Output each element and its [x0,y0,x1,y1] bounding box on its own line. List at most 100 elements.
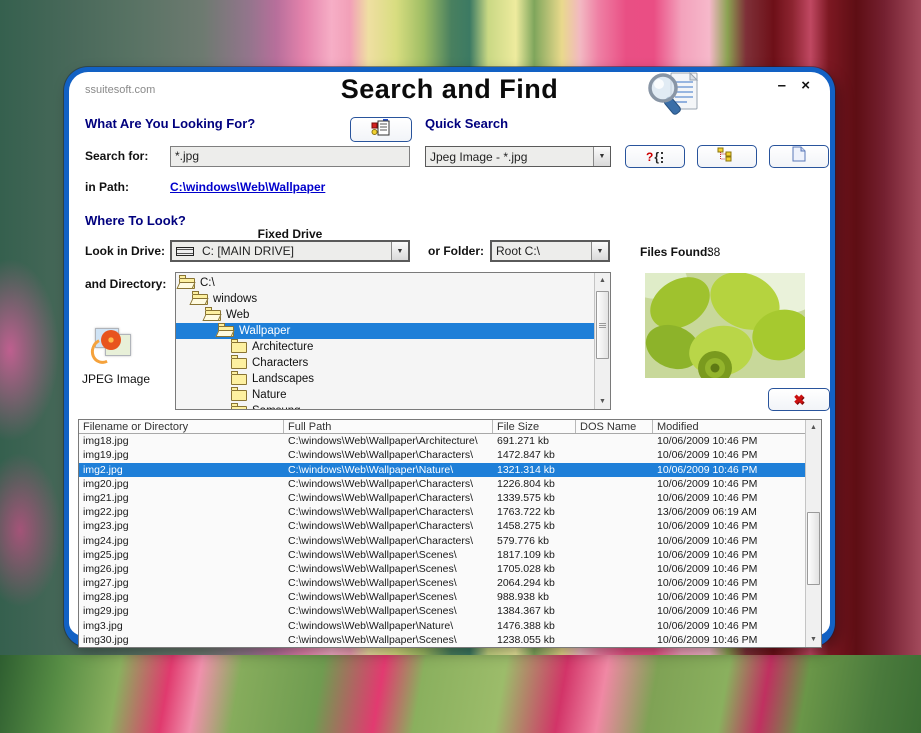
cell-fullpath: C:\windows\Web\Wallpaper\Scenes\ [284,604,493,618]
cell-dosname [576,562,653,576]
cell-fullpath: C:\windows\Web\Wallpaper\Characters\ [284,519,493,533]
folder-tree-button[interactable] [697,145,757,168]
search-input[interactable]: *.jpg [170,146,410,167]
cell-filename: img24.jpg [79,534,284,548]
cell-filename: img30.jpg [79,633,284,647]
cell-filename: img19.jpg [79,448,284,462]
table-row[interactable]: img2.jpg C:\windows\Web\Wallpaper\Nature… [79,463,805,477]
col-fullpath[interactable]: Full Path [284,420,493,433]
cell-filesize: 1321.314 kb [493,463,576,477]
cell-filesize: 1763.722 kb [493,505,576,519]
cell-fullpath: C:\windows\Web\Wallpaper\Characters\ [284,491,493,505]
cell-modified: 10/06/2009 10:46 PM [653,576,805,590]
table-row[interactable]: img29.jpg C:\windows\Web\Wallpaper\Scene… [79,604,805,618]
tree-item[interactable]: Characters [176,355,594,371]
cell-modified: 10/06/2009 10:46 PM [653,491,805,505]
directory-tree-list[interactable]: C:\ windows Web Wallpaper Architecture C… [176,273,594,409]
cell-dosname [576,590,653,604]
tree-item-label: windows [213,293,257,305]
cell-dosname [576,633,653,647]
cell-dosname [576,463,653,477]
tree-item[interactable]: windows [176,291,594,307]
table-row[interactable]: img30.jpg C:\windows\Web\Wallpaper\Scene… [79,633,805,647]
close-button[interactable]: × [801,78,810,94]
chevron-down-icon[interactable] [593,147,610,166]
help-search-button[interactable]: ?{ [625,145,685,168]
cell-filesize: 1458.275 kb [493,519,576,533]
cell-filesize: 1476.388 kb [493,619,576,633]
tree-item[interactable]: Nature [176,387,594,403]
or-folder-label: or Folder: [428,244,484,258]
cell-filesize: 691.271 kb [493,434,576,448]
table-row[interactable]: img19.jpg C:\windows\Web\Wallpaper\Chara… [79,448,805,462]
col-filename[interactable]: Filename or Directory [79,420,284,433]
scroll-up-icon[interactable] [806,420,821,435]
folder-select[interactable]: Root C:\ [490,240,610,262]
tree-item-label: Architecture [252,341,313,353]
table-scrollbar[interactable] [805,420,821,647]
table-row[interactable]: img27.jpg C:\windows\Web\Wallpaper\Scene… [79,576,805,590]
results-table[interactable]: Filename or Directory Full Path File Siz… [78,419,822,648]
cell-modified: 10/06/2009 10:46 PM [653,604,805,618]
cell-modified: 10/06/2009 10:46 PM [653,463,805,477]
jpeg-photo-stack-icon [93,324,135,366]
tree-item[interactable]: C:\ [176,275,594,291]
chevron-down-icon[interactable] [591,242,608,260]
minimize-button[interactable]: – [778,78,786,94]
tree-item[interactable]: Architecture [176,339,594,355]
col-filesize[interactable]: File Size [493,420,576,433]
new-document-button[interactable] [769,145,829,168]
cell-filesize: 1472.847 kb [493,448,576,462]
folder-icon [231,374,247,385]
table-row[interactable]: img22.jpg C:\windows\Web\Wallpaper\Chara… [79,505,805,519]
looking-for-heading: What Are You Looking For? [85,116,255,131]
cell-modified: 10/06/2009 10:46 PM [653,534,805,548]
cell-fullpath: C:\windows\Web\Wallpaper\Scenes\ [284,576,493,590]
table-row[interactable]: img3.jpg C:\windows\Web\Wallpaper\Nature… [79,619,805,633]
table-row[interactable]: img24.jpg C:\windows\Web\Wallpaper\Chara… [79,534,805,548]
quick-search-heading: Quick Search [425,116,508,131]
cell-dosname [576,491,653,505]
table-row[interactable]: img18.jpg C:\windows\Web\Wallpaper\Archi… [79,434,805,448]
table-scrollbar-thumb[interactable] [807,512,820,585]
tree-scrollbar-thumb[interactable] [596,291,609,359]
chevron-down-icon[interactable] [391,242,408,260]
look-in-drive-label: Look in Drive: [85,244,165,258]
table-row[interactable]: img28.jpg C:\windows\Web\Wallpaper\Scene… [79,590,805,604]
cell-filename: img18.jpg [79,434,284,448]
cell-filesize: 1238.055 kb [493,633,576,647]
tree-item[interactable]: Web [176,307,594,323]
col-dosname[interactable]: DOS Name [576,420,653,433]
scroll-down-icon[interactable] [806,632,821,647]
path-link[interactable]: C:\windows\Web\Wallpaper [170,180,325,194]
folder-icon [218,326,234,337]
tree-item-label: Samsung [252,405,301,409]
directory-tree[interactable]: C:\ windows Web Wallpaper Architecture C… [175,272,611,410]
scroll-down-icon[interactable] [595,394,610,409]
tree-item[interactable]: Landscapes [176,371,594,387]
scroll-up-icon[interactable] [595,273,610,288]
tree-item[interactable]: Samsung [176,403,594,409]
tree-item[interactable]: Wallpaper [176,323,594,339]
cell-modified: 10/06/2009 10:46 PM [653,562,805,576]
drive-select[interactable]: C: [MAIN DRIVE] [170,240,410,262]
clear-results-button[interactable] [768,388,830,411]
report-button[interactable] [350,117,412,142]
cell-dosname [576,619,653,633]
results-table-body[interactable]: img18.jpg C:\windows\Web\Wallpaper\Archi… [79,434,805,647]
cell-filesize: 1817.109 kb [493,548,576,562]
table-row[interactable]: img20.jpg C:\windows\Web\Wallpaper\Chara… [79,477,805,491]
cell-filename: img23.jpg [79,519,284,533]
cell-modified: 10/06/2009 10:46 PM [653,590,805,604]
cell-filesize: 1226.804 kb [493,477,576,491]
cell-fullpath: C:\windows\Web\Wallpaper\Scenes\ [284,633,493,647]
table-row[interactable]: img25.jpg C:\windows\Web\Wallpaper\Scene… [79,548,805,562]
table-row[interactable]: img26.jpg C:\windows\Web\Wallpaper\Scene… [79,562,805,576]
col-modified[interactable]: Modified [653,420,805,433]
quick-search-select[interactable]: Jpeg Image - *.jpg [425,146,611,167]
tree-item-label: Nature [252,389,287,401]
table-row[interactable]: img23.jpg C:\windows\Web\Wallpaper\Chara… [79,519,805,533]
results-table-header: Filename or Directory Full Path File Siz… [79,420,805,434]
tree-scrollbar[interactable] [594,273,610,409]
table-row[interactable]: img21.jpg C:\windows\Web\Wallpaper\Chara… [79,491,805,505]
